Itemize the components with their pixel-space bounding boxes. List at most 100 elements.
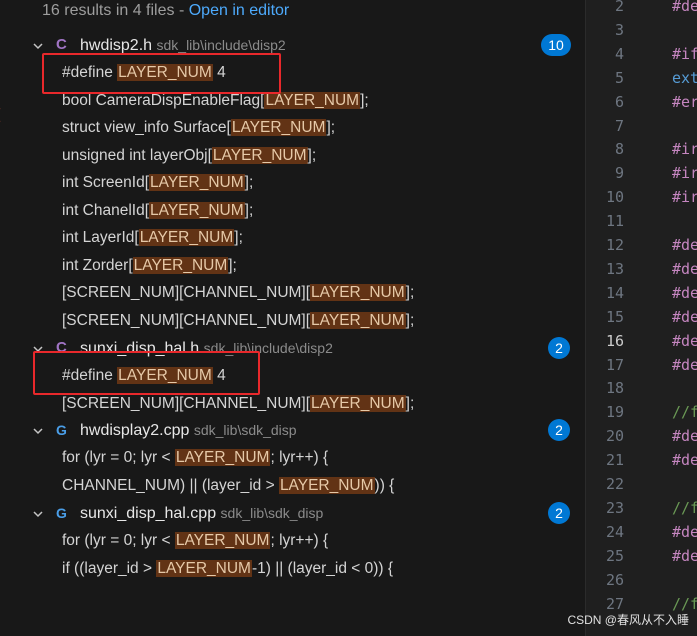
c-header-icon: C xyxy=(56,36,67,53)
code-text: ext xyxy=(672,68,697,87)
match-count-badge: 10 xyxy=(541,34,571,56)
match-highlight: LAYER_NUM xyxy=(132,256,229,274)
editor-line[interactable]: 4 #if xyxy=(586,42,697,66)
match-highlight: LAYER_NUM xyxy=(174,531,271,549)
match-count-badge: 2 xyxy=(548,502,570,524)
file-result-row[interactable]: Ghwdisplay2.cpp sdk_lib\sdk_disp 2 xyxy=(0,417,585,444)
match-suffix: ]; xyxy=(234,228,243,246)
editor-line[interactable]: 18 xyxy=(586,376,697,400)
chevron-down-icon[interactable] xyxy=(32,40,44,52)
match-result-row[interactable]: CHANNEL_NUM) || (layer_id > LAYER_NUM)) … xyxy=(0,472,585,499)
editor-line[interactable]: 9 #ir xyxy=(586,161,697,185)
code-text: #de xyxy=(672,236,697,254)
match-prefix: [SCREEN_NUM][CHANNEL_NUM][ xyxy=(62,311,311,329)
code-text: //f xyxy=(672,403,697,422)
editor-line[interactable]: 15 #de xyxy=(586,305,697,329)
match-result-row[interactable]: for (lyr = 0; lyr < LAYER_NUM; lyr++) { xyxy=(0,444,585,471)
editor-line[interactable]: 11 xyxy=(586,209,697,233)
match-suffix: ; lyr++) { xyxy=(270,448,329,466)
editor-line[interactable]: 17 #de xyxy=(586,353,697,377)
match-text: [SCREEN_NUM][CHANNEL_NUM][LAYER_NUM]; xyxy=(62,283,414,302)
match-text: unsigned int layerObj[LAYER_NUM]; xyxy=(62,146,316,165)
editor-line[interactable]: 23 //f xyxy=(586,496,697,520)
match-suffix: )) { xyxy=(374,476,395,494)
line-number: 5 xyxy=(614,68,624,87)
chevron-down-icon[interactable] xyxy=(32,508,44,520)
editor-line[interactable]: 2 #de xyxy=(586,0,697,18)
match-highlight: LAYER_NUM xyxy=(211,146,308,164)
chevron-down-icon[interactable] xyxy=(32,425,44,437)
match-result-row[interactable]: int LayerId[LAYER_NUM]; xyxy=(0,224,585,251)
match-highlight: LAYER_NUM xyxy=(264,91,361,109)
editor-line[interactable]: 5 ext xyxy=(586,66,697,90)
editor-line[interactable]: 8 #ir xyxy=(586,137,697,161)
match-result-row[interactable]: int Zorder[LAYER_NUM]; xyxy=(0,252,585,279)
code-editor[interactable]: 2 #de 3 4 #if 5 ext 6 #er 7 8 #ir 9 #ir 10 #ir 11 12 #de 13… xyxy=(586,0,697,636)
code-text: #de xyxy=(672,546,697,565)
match-text: bool CameraDispEnableFlag[LAYER_NUM]; xyxy=(62,91,369,110)
editor-line[interactable]: 24 #de xyxy=(586,520,697,544)
match-text: CHANNEL_NUM) || (layer_id > LAYER_NUM)) … xyxy=(62,476,395,495)
file-name-text: hwdisplay2.cpp xyxy=(80,421,190,439)
line-number: 23 xyxy=(605,498,624,517)
match-highlight: LAYER_NUM xyxy=(149,173,245,191)
annotation-box xyxy=(42,53,281,94)
match-result-row[interactable]: [SCREEN_NUM][CHANNEL_NUM][LAYER_NUM]; xyxy=(0,307,585,334)
editor-line[interactable]: 20 #de xyxy=(586,424,697,448)
match-suffix: ]; xyxy=(228,256,237,274)
file-result-row[interactable]: Gsunxi_disp_hal.cpp sdk_lib\sdk_disp 2 xyxy=(0,500,585,527)
match-result-row[interactable]: if ((layer_id > LAYER_NUM-1) || (layer_i… xyxy=(0,555,585,582)
match-prefix: for (lyr = 0; lyr < xyxy=(62,448,175,466)
code-text: //f xyxy=(672,498,697,517)
match-result-row[interactable]: unsigned int layerObj[LAYER_NUM]; xyxy=(0,142,585,169)
line-number: 18 xyxy=(605,379,624,398)
match-result-row[interactable]: int ChanelId[LAYER_NUM]; xyxy=(0,197,585,224)
editor-line[interactable]: 25 #de xyxy=(586,544,697,568)
editor-line[interactable]: 16 #de xyxy=(586,329,697,353)
editor-line[interactable]: 6 #er xyxy=(586,90,697,114)
match-prefix: for (lyr = 0; lyr < xyxy=(62,531,175,549)
line-number: 22 xyxy=(605,475,624,493)
annotation-box xyxy=(33,351,260,395)
editor-line[interactable]: 3 xyxy=(586,18,697,42)
editor-line[interactable]: 7 xyxy=(586,114,697,138)
editor-line[interactable]: 22 xyxy=(586,472,697,496)
file-name: sunxi_disp_hal.cpp sdk_lib\sdk_disp xyxy=(80,505,323,523)
match-result-row[interactable]: [SCREEN_NUM][CHANNEL_NUM][LAYER_NUM]; xyxy=(0,279,585,306)
match-prefix: int Zorder[ xyxy=(62,256,133,274)
editor-line[interactable]: 13 #de xyxy=(586,257,697,281)
line-number: 16 xyxy=(605,331,624,350)
match-prefix: int LayerId[ xyxy=(62,228,139,246)
editor-line[interactable]: 19 //f xyxy=(586,400,697,424)
code-text: #ir xyxy=(672,164,697,183)
match-suffix: ]; xyxy=(244,201,254,219)
match-text: for (lyr = 0; lyr < LAYER_NUM; lyr++) { xyxy=(62,448,329,467)
match-prefix: [SCREEN_NUM][CHANNEL_NUM][ xyxy=(62,394,311,412)
editor-line[interactable]: 10 #ir xyxy=(586,185,697,209)
match-prefix: int ChanelId[ xyxy=(62,201,150,219)
line-number: 2 xyxy=(614,0,624,15)
match-result-row[interactable]: int ScreenId[LAYER_NUM]; xyxy=(0,169,585,196)
match-prefix: struct view_info Surface[ xyxy=(62,118,231,136)
code-text: #if xyxy=(672,44,697,63)
editor-line[interactable]: 26 xyxy=(586,568,697,592)
line-number: 17 xyxy=(605,355,624,374)
match-highlight: LAYER_NUM xyxy=(230,118,327,136)
open-in-editor-link[interactable]: Open in editor xyxy=(189,2,290,19)
line-number: 21 xyxy=(605,451,624,470)
line-number: 10 xyxy=(605,188,624,207)
match-prefix: if ((layer_id > xyxy=(62,559,157,577)
line-number: 13 xyxy=(605,259,624,278)
match-result-row[interactable]: struct view_info Surface[LAYER_NUM]; xyxy=(0,114,585,141)
match-prefix: int ScreenId[ xyxy=(62,173,150,191)
editor-line[interactable]: 21 #de xyxy=(586,448,697,472)
editor-line[interactable]: 12 #de xyxy=(586,233,697,257)
match-result-row[interactable]: for (lyr = 0; lyr < LAYER_NUM; lyr++) { xyxy=(0,527,585,554)
editor-line[interactable]: 14 #de xyxy=(586,281,697,305)
code-text: #de xyxy=(672,0,697,15)
code-text: #de xyxy=(672,283,697,302)
line-number: 20 xyxy=(605,427,624,446)
match-suffix: ]; xyxy=(405,394,415,412)
match-text: if ((layer_id > LAYER_NUM-1) || (layer_i… xyxy=(62,559,393,578)
cpp-file-icon: G xyxy=(56,505,67,521)
